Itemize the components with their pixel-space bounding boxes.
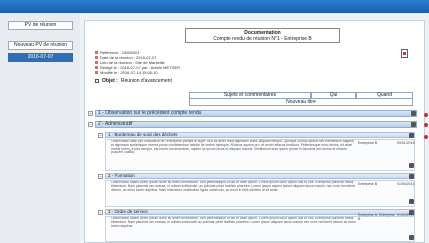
cell-when: 01/04/2016: [397, 213, 415, 217]
pdf-icon[interactable]: [401, 49, 408, 58]
trash-icon[interactable]: [411, 111, 416, 116]
meta-modifie: Modifié le : 2016-07-14 15:00:10: [100, 70, 158, 75]
report-panel: Documentation Compte rendu de réunion N°…: [84, 20, 425, 243]
objet-line: Objet : Réunion d'avancement: [95, 78, 172, 84]
meta-block: Référence : 15/65/001 Date de la réunion…: [95, 50, 180, 75]
col-subjects: Sujets et commentaires: [189, 92, 311, 99]
collapse-icon[interactable]: −: [88, 122, 93, 127]
report-subtitle: Compte rendu de réunion N°1 - Entreprise…: [213, 36, 312, 42]
bullet-icon: [95, 61, 98, 64]
sidebar: PV de réunion Nouveau PV de réunion 2016…: [0, 13, 80, 243]
bullet-icon: [95, 51, 98, 54]
collapse-icon[interactable]: −: [98, 210, 103, 215]
comment-text: Observation saisie lorem ipsum dolor sit…: [111, 217, 356, 228]
comment-text: Observation saisie lorem ipsum dolor sit…: [111, 181, 355, 192]
subsection-header[interactable]: 2 - Formation: [105, 173, 415, 179]
action-icon[interactable]: [424, 123, 428, 127]
objet-value: Réunion d'avancement: [120, 78, 172, 84]
section-header[interactable]: 1 - Observation sur le précédent compte …: [95, 110, 417, 117]
bullet-icon: [95, 66, 98, 69]
trash-icon[interactable]: [409, 174, 414, 179]
cell-who: Entreprise A, Entreprise B: [358, 213, 395, 221]
top-bar: [0, 0, 429, 13]
new-title-link[interactable]: Nouveau titre: [189, 99, 413, 106]
collapse-icon[interactable]: −: [98, 133, 103, 138]
subsection-header[interactable]: 1 - Bordereau de suivi des déchets: [105, 132, 415, 138]
col-quand: Quand: [356, 92, 413, 99]
report-header: Documentation Compte rendu de réunion N°…: [185, 28, 340, 43]
trash-icon[interactable]: [409, 199, 414, 204]
collapse-icon[interactable]: −: [98, 174, 103, 179]
bullet-icon: [95, 71, 98, 74]
trash-icon[interactable]: [409, 163, 414, 168]
new-pv-button[interactable]: Nouveau PV de réunion: [8, 41, 73, 50]
bullet-icon: [95, 56, 98, 59]
cell-when: 01/04/2016: [397, 182, 415, 186]
trash-icon[interactable]: [411, 122, 416, 127]
section-header[interactable]: 2 - Administratif: [95, 121, 417, 128]
trash-icon[interactable]: [409, 133, 414, 138]
expand-icon[interactable]: +: [88, 111, 93, 116]
trash-icon[interactable]: [409, 235, 414, 240]
col-qui: Qui: [311, 92, 356, 99]
checkbox-icon[interactable]: [95, 79, 99, 83]
objet-label: Objet :: [102, 78, 118, 84]
cell-who: Entreprise B: [358, 182, 378, 186]
cell-when: 29/01/2016: [397, 141, 415, 145]
pv-reunion-button[interactable]: PV de réunion: [8, 21, 73, 30]
action-icon[interactable]: [424, 113, 428, 117]
cell-who: Entreprise B: [358, 141, 378, 145]
comment-text: Observation saisi par l'utilisateur de l…: [111, 140, 355, 155]
sidebar-item-date[interactable]: 2016-07-07: [8, 53, 73, 62]
action-icon[interactable]: [424, 135, 428, 139]
table-header: Sujets et commentaires Qui Quand Nouveau…: [189, 92, 413, 107]
